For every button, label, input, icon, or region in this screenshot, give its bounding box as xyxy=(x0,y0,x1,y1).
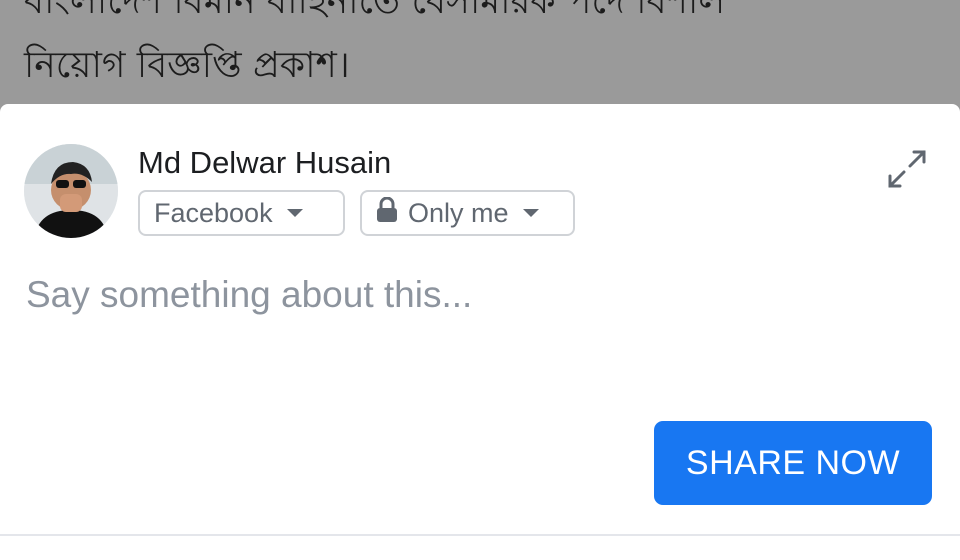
destination-selector[interactable]: Facebook xyxy=(138,190,345,236)
audience-selector[interactable]: Only me xyxy=(360,190,575,236)
chevron-down-icon xyxy=(286,209,303,217)
avatar xyxy=(24,144,118,238)
expand-icon[interactable] xyxy=(886,148,928,190)
headline-line-1: বাংলাদেশ বিমান বাহিনীতে বেসামরিক পদে বিশ… xyxy=(24,0,726,22)
headline-line-2: নিয়োগ বিজ্ঞপ্তি প্রকাশ। xyxy=(24,45,350,86)
chevron-down-icon xyxy=(522,209,539,217)
audience-label: Only me xyxy=(408,197,509,228)
background-post-headline: বাংলাদেশ বিমান বাহিনীতে বেসামরিক পদে বিশ… xyxy=(24,0,924,98)
user-name: Md Delwar Husain xyxy=(138,145,392,180)
destination-label: Facebook xyxy=(154,197,273,228)
compose-input[interactable]: Say something about this... xyxy=(26,274,472,316)
lock-icon xyxy=(376,196,398,230)
share-sheet: Md Delwar Husain Facebook Only me Say so… xyxy=(0,104,960,560)
avatar-photo xyxy=(24,144,118,238)
share-now-button[interactable]: SHARE NOW xyxy=(654,421,932,505)
divider xyxy=(0,534,960,536)
